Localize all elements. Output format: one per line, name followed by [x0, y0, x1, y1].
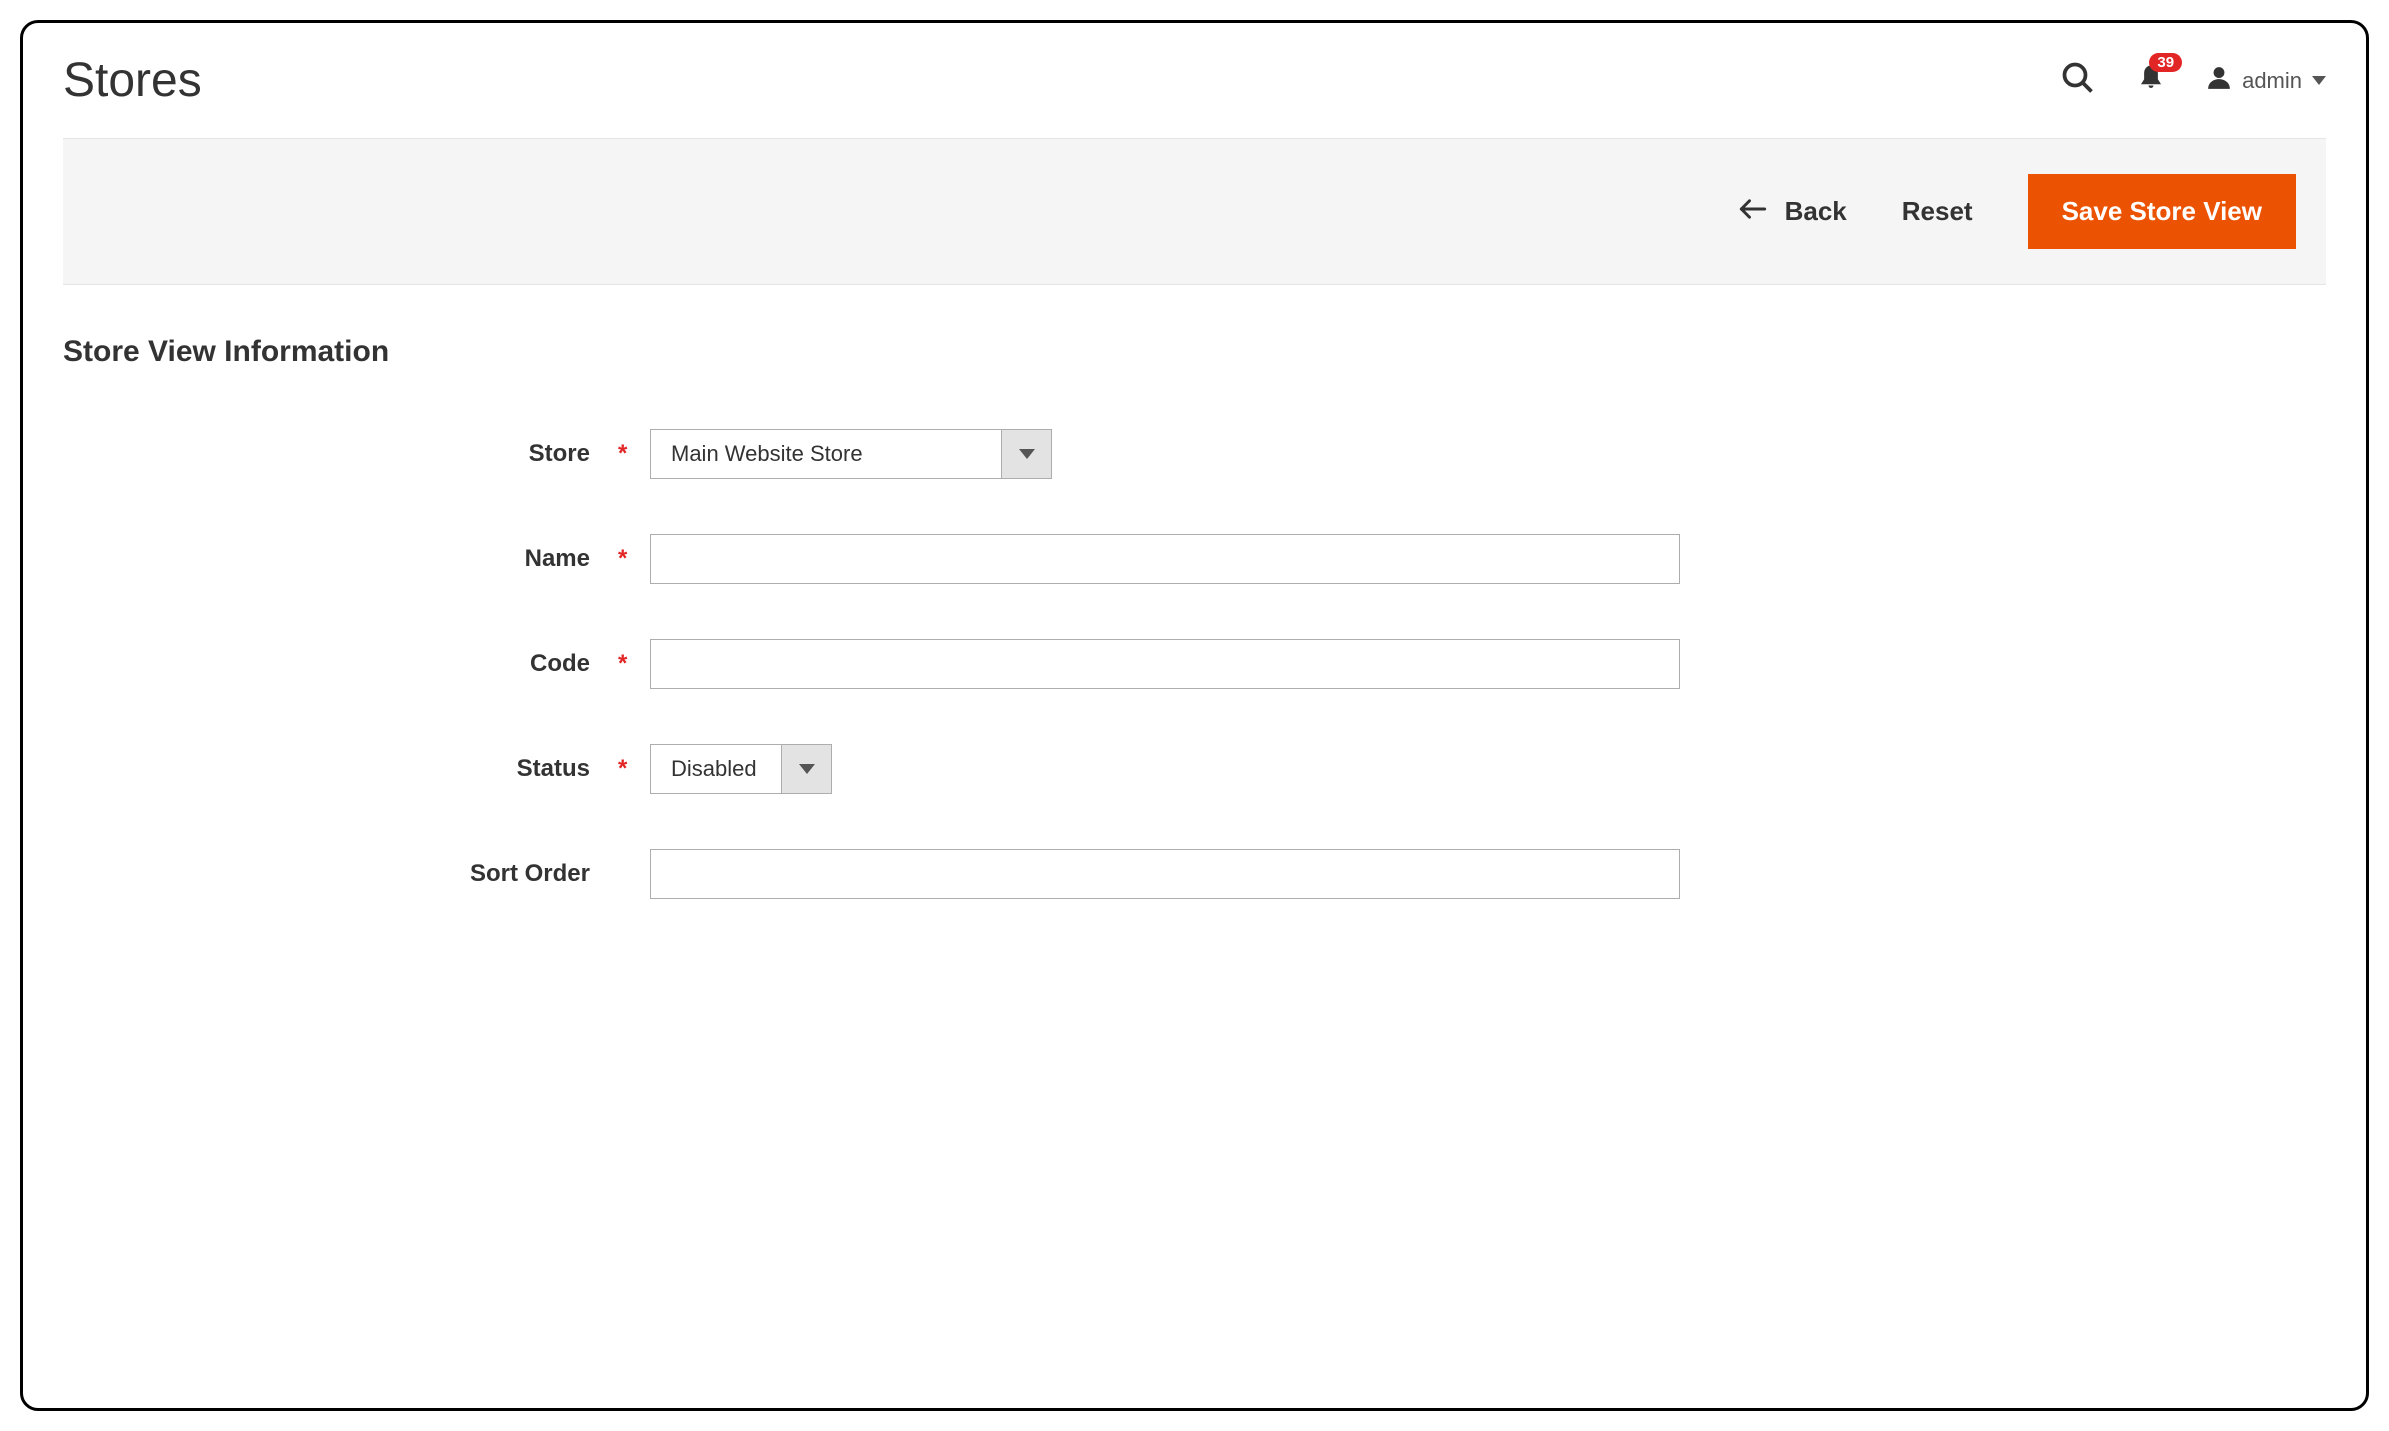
user-name: admin	[2242, 68, 2302, 94]
form-row-status: Status * Disabled	[63, 744, 2326, 794]
required-mark: *	[618, 650, 632, 678]
sort-order-label: Sort Order	[63, 860, 608, 888]
reset-button[interactable]: Reset	[1902, 196, 1973, 227]
code-label: Code	[63, 650, 608, 678]
store-label: Store	[63, 440, 608, 468]
save-store-view-button[interactable]: Save Store View	[2028, 174, 2296, 249]
section-title: Store View Information	[63, 335, 2326, 369]
bell-icon	[2136, 80, 2166, 97]
code-input[interactable]	[650, 639, 1680, 689]
arrow-left-icon	[1739, 196, 1767, 227]
store-select-value: Main Website Store	[651, 430, 1001, 478]
caret-down-icon	[1001, 430, 1051, 478]
caret-down-icon	[2312, 76, 2326, 85]
status-select[interactable]: Disabled	[650, 744, 832, 794]
required-mark: *	[618, 545, 632, 573]
form-row-store: Store * Main Website Store	[63, 429, 2326, 479]
caret-down-icon	[781, 745, 831, 793]
user-menu[interactable]: admin	[2206, 65, 2326, 97]
back-button[interactable]: Back	[1739, 196, 1847, 227]
required-mark: *	[618, 440, 632, 468]
store-select[interactable]: Main Website Store	[650, 429, 1052, 479]
back-label: Back	[1785, 196, 1847, 227]
store-view-form: Store * Main Website Store Name * Code *	[63, 429, 2326, 899]
search-icon[interactable]	[2060, 60, 2096, 101]
status-label: Status	[63, 755, 608, 783]
name-input[interactable]	[650, 534, 1680, 584]
header-actions: 39 admin	[2060, 60, 2326, 101]
page-title: Stores	[63, 53, 202, 108]
status-select-value: Disabled	[651, 745, 781, 793]
action-toolbar: Back Reset Save Store View	[63, 138, 2326, 285]
name-label: Name	[63, 545, 608, 573]
required-mark: *	[618, 755, 632, 783]
notifications-badge: 39	[2149, 53, 2182, 72]
form-row-name: Name *	[63, 534, 2326, 584]
form-row-code: Code *	[63, 639, 2326, 689]
page-header: Stores 39	[63, 53, 2326, 108]
sort-order-input[interactable]	[650, 849, 1680, 899]
notifications-button[interactable]: 39	[2136, 63, 2166, 98]
form-row-sort-order: Sort Order	[63, 849, 2326, 899]
user-icon	[2206, 65, 2232, 97]
